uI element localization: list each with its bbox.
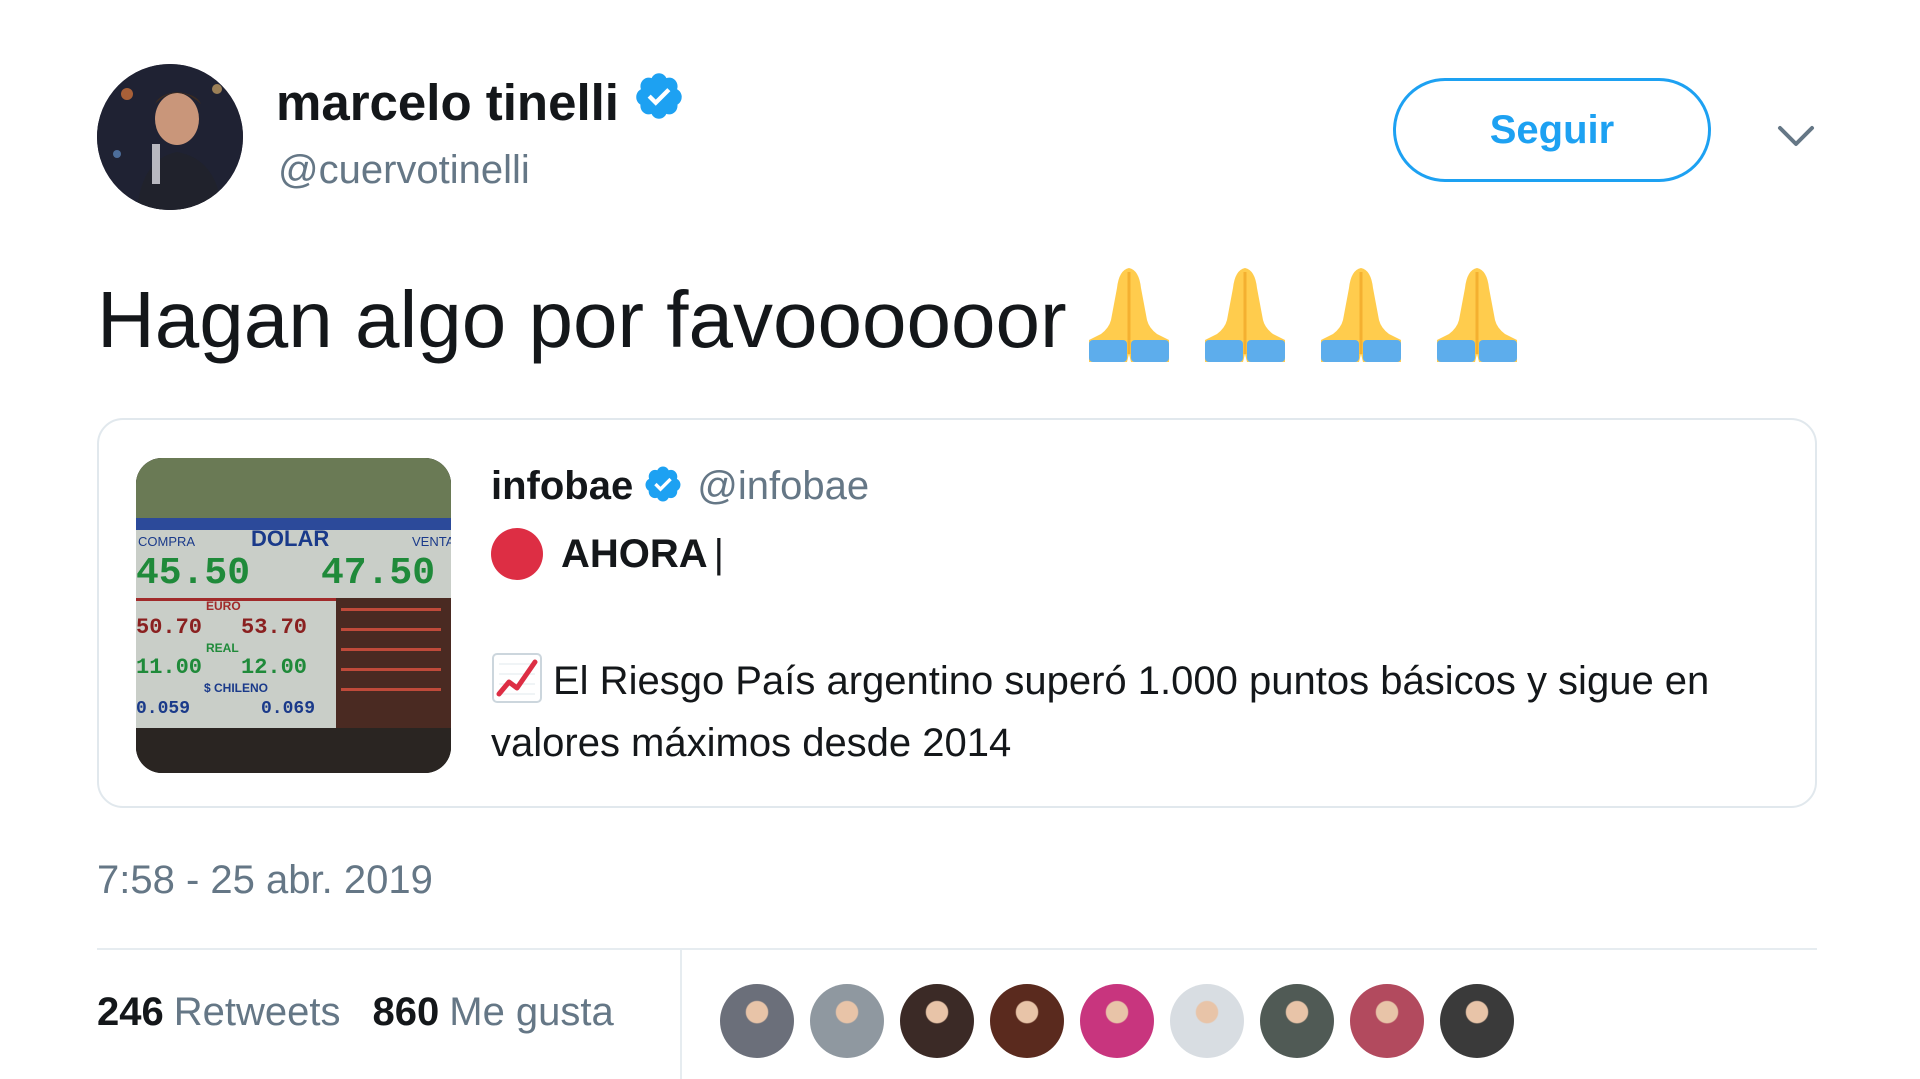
retweets-label: Retweets (173, 990, 341, 1034)
chevron-down-icon[interactable] (1772, 116, 1820, 156)
liker-avatar[interactable] (720, 984, 794, 1058)
quoted-headline: AHORA | (491, 528, 724, 580)
verified-badge-icon (643, 464, 683, 509)
likes-label: Me gusta (449, 990, 614, 1034)
red-circle-icon (491, 528, 543, 580)
board-venta-label: VENTA (412, 534, 451, 549)
dolar-compra: 45.50 (136, 552, 250, 595)
likes-count: 860 (372, 990, 440, 1034)
tweet-text-content: Hagan algo por favoooooor (97, 275, 1067, 364)
folded-hands-icon (1320, 268, 1401, 362)
likes-stat[interactable]: 860 Me gusta (373, 990, 614, 1035)
real-label: REAL (206, 641, 239, 655)
stats-divider (680, 950, 682, 1079)
board-compra-label: COMPRA (138, 534, 195, 549)
tweet-timestamp[interactable]: 7:58 - 25 abr. 2019 (97, 858, 433, 903)
currency-board-image: COMPRA DOLAR VENTA 45.50 47.50 EURO 50.7… (136, 458, 451, 773)
tweet-text: Hagan algo por favoooooor (97, 258, 1531, 366)
chart-increasing-icon (492, 653, 542, 703)
quoted-tweet-header: infobae @infobae (491, 464, 869, 509)
dolar-venta: 47.50 (321, 552, 435, 595)
real-venta: 12.00 (241, 655, 307, 680)
real-compra: 11.00 (136, 655, 202, 680)
quoted-tweet-card[interactable]: COMPRA DOLAR VENTA 45.50 47.50 EURO 50.7… (97, 418, 1817, 808)
author-avatar[interactable] (97, 64, 243, 210)
euro-label: EURO (206, 599, 241, 613)
avatar-photo (97, 64, 243, 210)
tweet-stats: 246 Retweets 860 Me gusta (97, 990, 614, 1035)
chileno-venta: 0.069 (261, 699, 315, 719)
retweets-count: 246 (97, 990, 164, 1034)
headline-text: AHORA (561, 531, 708, 576)
follow-button[interactable]: Seguir (1393, 78, 1711, 182)
folded-hands-icon (1088, 268, 1169, 362)
folded-hands-icon (1204, 268, 1285, 362)
euro-compra: 50.70 (136, 615, 202, 640)
emoji-group (1075, 258, 1531, 366)
quoted-tweet-image: COMPRA DOLAR VENTA 45.50 47.50 EURO 50.7… (136, 458, 451, 773)
tweet-page: marcelo tinelli @cuervotinelli Seguir Ha… (0, 0, 1920, 1079)
headline-separator: | (713, 531, 725, 576)
euro-venta: 53.70 (241, 615, 307, 640)
author-name[interactable]: marcelo tinelli (276, 70, 685, 134)
liker-avatar[interactable] (1170, 984, 1244, 1058)
liker-avatar[interactable] (900, 984, 974, 1058)
liker-avatars (720, 984, 1514, 1058)
chileno-label: $ CHILENO (204, 681, 268, 695)
divider (97, 948, 1817, 950)
liker-avatar[interactable] (1440, 984, 1514, 1058)
retweets-stat[interactable]: 246 Retweets (97, 990, 341, 1035)
liker-avatar[interactable] (1080, 984, 1154, 1058)
liker-avatar[interactable] (990, 984, 1064, 1058)
board-title: DOLAR (251, 526, 329, 551)
quoted-body-text: El Riesgo País argentino superó 1.000 pu… (491, 659, 1710, 765)
chileno-compra: 0.059 (136, 699, 190, 719)
author-name-text: marcelo tinelli (276, 73, 619, 131)
folded-hands-icon (1436, 268, 1517, 362)
liker-avatar[interactable] (1350, 984, 1424, 1058)
author-handle[interactable]: @cuervotinelli (278, 148, 530, 193)
quoted-author-handle: @infobae (697, 464, 870, 508)
quoted-author-name: infobae (491, 464, 634, 508)
verified-badge-icon (633, 70, 685, 134)
quoted-tweet-body: El Riesgo País argentino superó 1.000 pu… (491, 650, 1791, 774)
liker-avatar[interactable] (1260, 984, 1334, 1058)
liker-avatar[interactable] (810, 984, 884, 1058)
